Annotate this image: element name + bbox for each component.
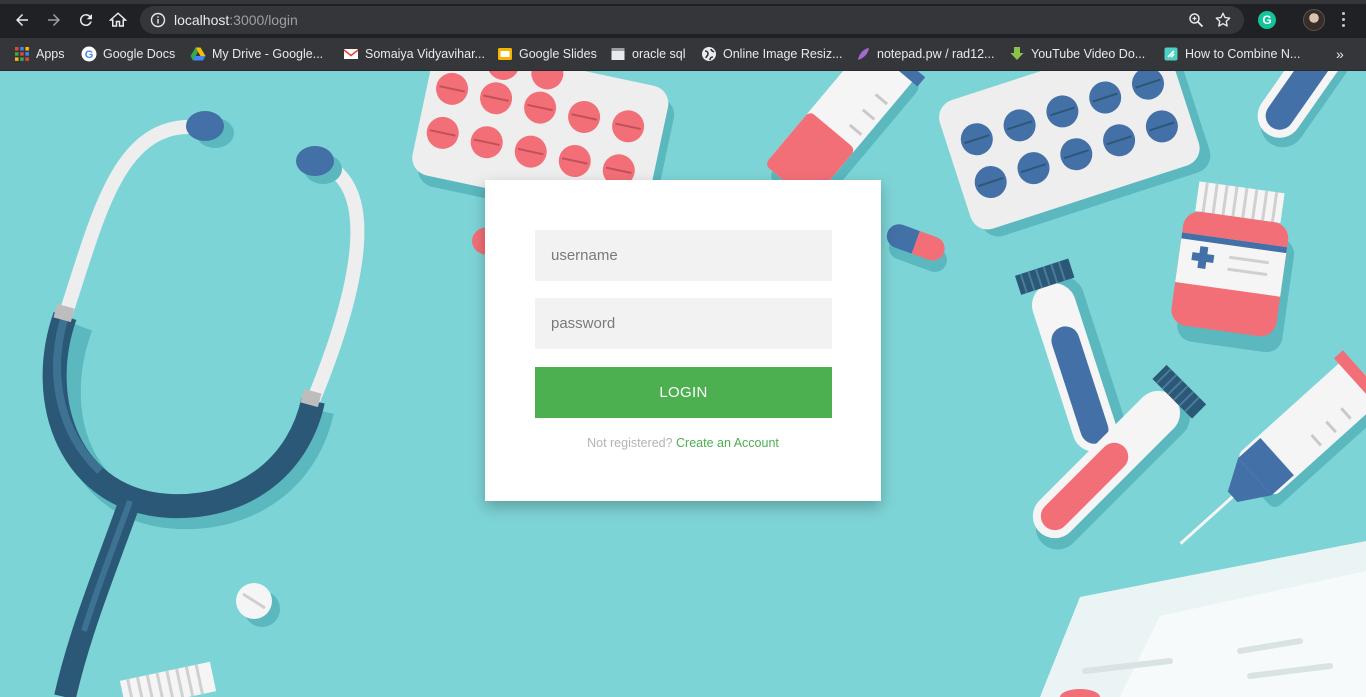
- login-form-card: login Not registered? Create an Account: [485, 180, 881, 501]
- bookmark-somaiya[interactable]: Somaiya Vidyavihar...: [343, 44, 485, 64]
- apps-grid-icon: [15, 47, 29, 61]
- tab-strip-edge: [0, 0, 1366, 4]
- register-message: Not registered? Create an Account: [485, 436, 881, 450]
- google-drive-icon: [190, 47, 206, 61]
- bookmark-label: How to Combine N...: [1185, 47, 1301, 61]
- download-arrow-icon: [1010, 47, 1024, 60]
- address-bar[interactable]: localhost:3000/login: [140, 6, 1244, 34]
- right-syringe-illustration: [1179, 350, 1366, 545]
- not-registered-text: Not registered?: [587, 436, 677, 450]
- globe-icon: [702, 47, 716, 61]
- feather-icon: [858, 48, 869, 60]
- blue-pill-blister-illustration: [939, 71, 1211, 237]
- grammarly-extension-icon[interactable]: G: [1258, 11, 1276, 29]
- bookmark-apps[interactable]: Apps: [14, 44, 65, 64]
- bookmark-google-docs[interactable]: G Google Docs: [81, 44, 175, 64]
- paper-sheet-illustration: [1040, 541, 1366, 697]
- gmail-icon: [344, 49, 358, 59]
- medicine-bottle-illustration: [1171, 181, 1295, 353]
- back-button[interactable]: [11, 9, 33, 31]
- diamond-icon: [1164, 47, 1178, 61]
- browser-toolbar: localhost:3000/login G: [0, 0, 1366, 38]
- stethoscope-illustration: [42, 111, 365, 697]
- login-page: login Not registered? Create an Account: [0, 71, 1366, 697]
- bookmark-label: oracle sql: [632, 47, 686, 61]
- bookmark-label: My Drive - Google...: [212, 47, 324, 61]
- chrome-menu-icon[interactable]: [1336, 9, 1350, 31]
- info-icon[interactable]: [150, 12, 166, 28]
- reload-icon: [79, 14, 92, 27]
- forward-button[interactable]: [43, 9, 65, 31]
- bookmark-label: Google Slides: [519, 47, 597, 61]
- bookmarks-overflow-button[interactable]: »: [1336, 46, 1344, 62]
- bookmark-online-image-resizer[interactable]: Online Image Resiz...: [701, 44, 843, 64]
- url-text[interactable]: localhost:3000/login: [174, 12, 298, 28]
- bookmark-google-slides[interactable]: Google Slides: [497, 44, 597, 64]
- bookmark-label: notepad.pw / rad12...: [877, 47, 995, 61]
- bookmark-my-drive[interactable]: My Drive - Google...: [190, 44, 323, 64]
- bookmark-notepad[interactable]: notepad.pw / rad12...: [855, 44, 994, 64]
- page-icon: [611, 48, 625, 60]
- bookmark-oracle-sql[interactable]: oracle sql: [610, 44, 686, 64]
- bookmark-label: Google Docs: [103, 47, 176, 61]
- svg-text:G: G: [85, 49, 94, 61]
- username-input[interactable]: [535, 230, 832, 281]
- google-g-icon: G: [81, 46, 97, 62]
- reload-button[interactable]: [75, 9, 97, 31]
- bottle-cap-illustration: [119, 661, 217, 697]
- url-host: localhost: [174, 12, 230, 28]
- home-icon: [109, 12, 127, 27]
- forward-arrow-icon: [48, 14, 60, 26]
- small-capsule-illustration: [886, 224, 947, 272]
- google-slides-icon: [498, 48, 512, 60]
- bookmark-label: Online Image Resiz...: [723, 47, 843, 61]
- home-button[interactable]: [107, 9, 129, 31]
- password-input[interactable]: [535, 298, 832, 349]
- round-tablet-illustration: [236, 583, 280, 627]
- bookmarks-bar: Apps G Google Docs My Drive - Google... …: [0, 38, 1366, 71]
- profile-avatar[interactable]: [1303, 9, 1325, 31]
- bookmark-youtube-downloader[interactable]: YouTube Video Do...: [1009, 44, 1145, 64]
- zoom-icon[interactable]: [1188, 12, 1204, 28]
- create-account-link[interactable]: Create an Account: [676, 436, 779, 450]
- url-path: :3000/login: [229, 12, 298, 28]
- blue-test-tube-top-illustration: [1257, 71, 1366, 148]
- bookmark-label: Somaiya Vidyavihar...: [365, 47, 485, 61]
- login-button[interactable]: login: [535, 367, 832, 418]
- bookmark-star-icon[interactable]: [1214, 11, 1232, 29]
- bookmark-label: Apps: [36, 47, 65, 61]
- back-arrow-icon: [16, 14, 28, 26]
- bookmark-how-to-combine[interactable]: How to Combine N...: [1163, 44, 1300, 64]
- bookmark-label: YouTube Video Do...: [1031, 47, 1146, 61]
